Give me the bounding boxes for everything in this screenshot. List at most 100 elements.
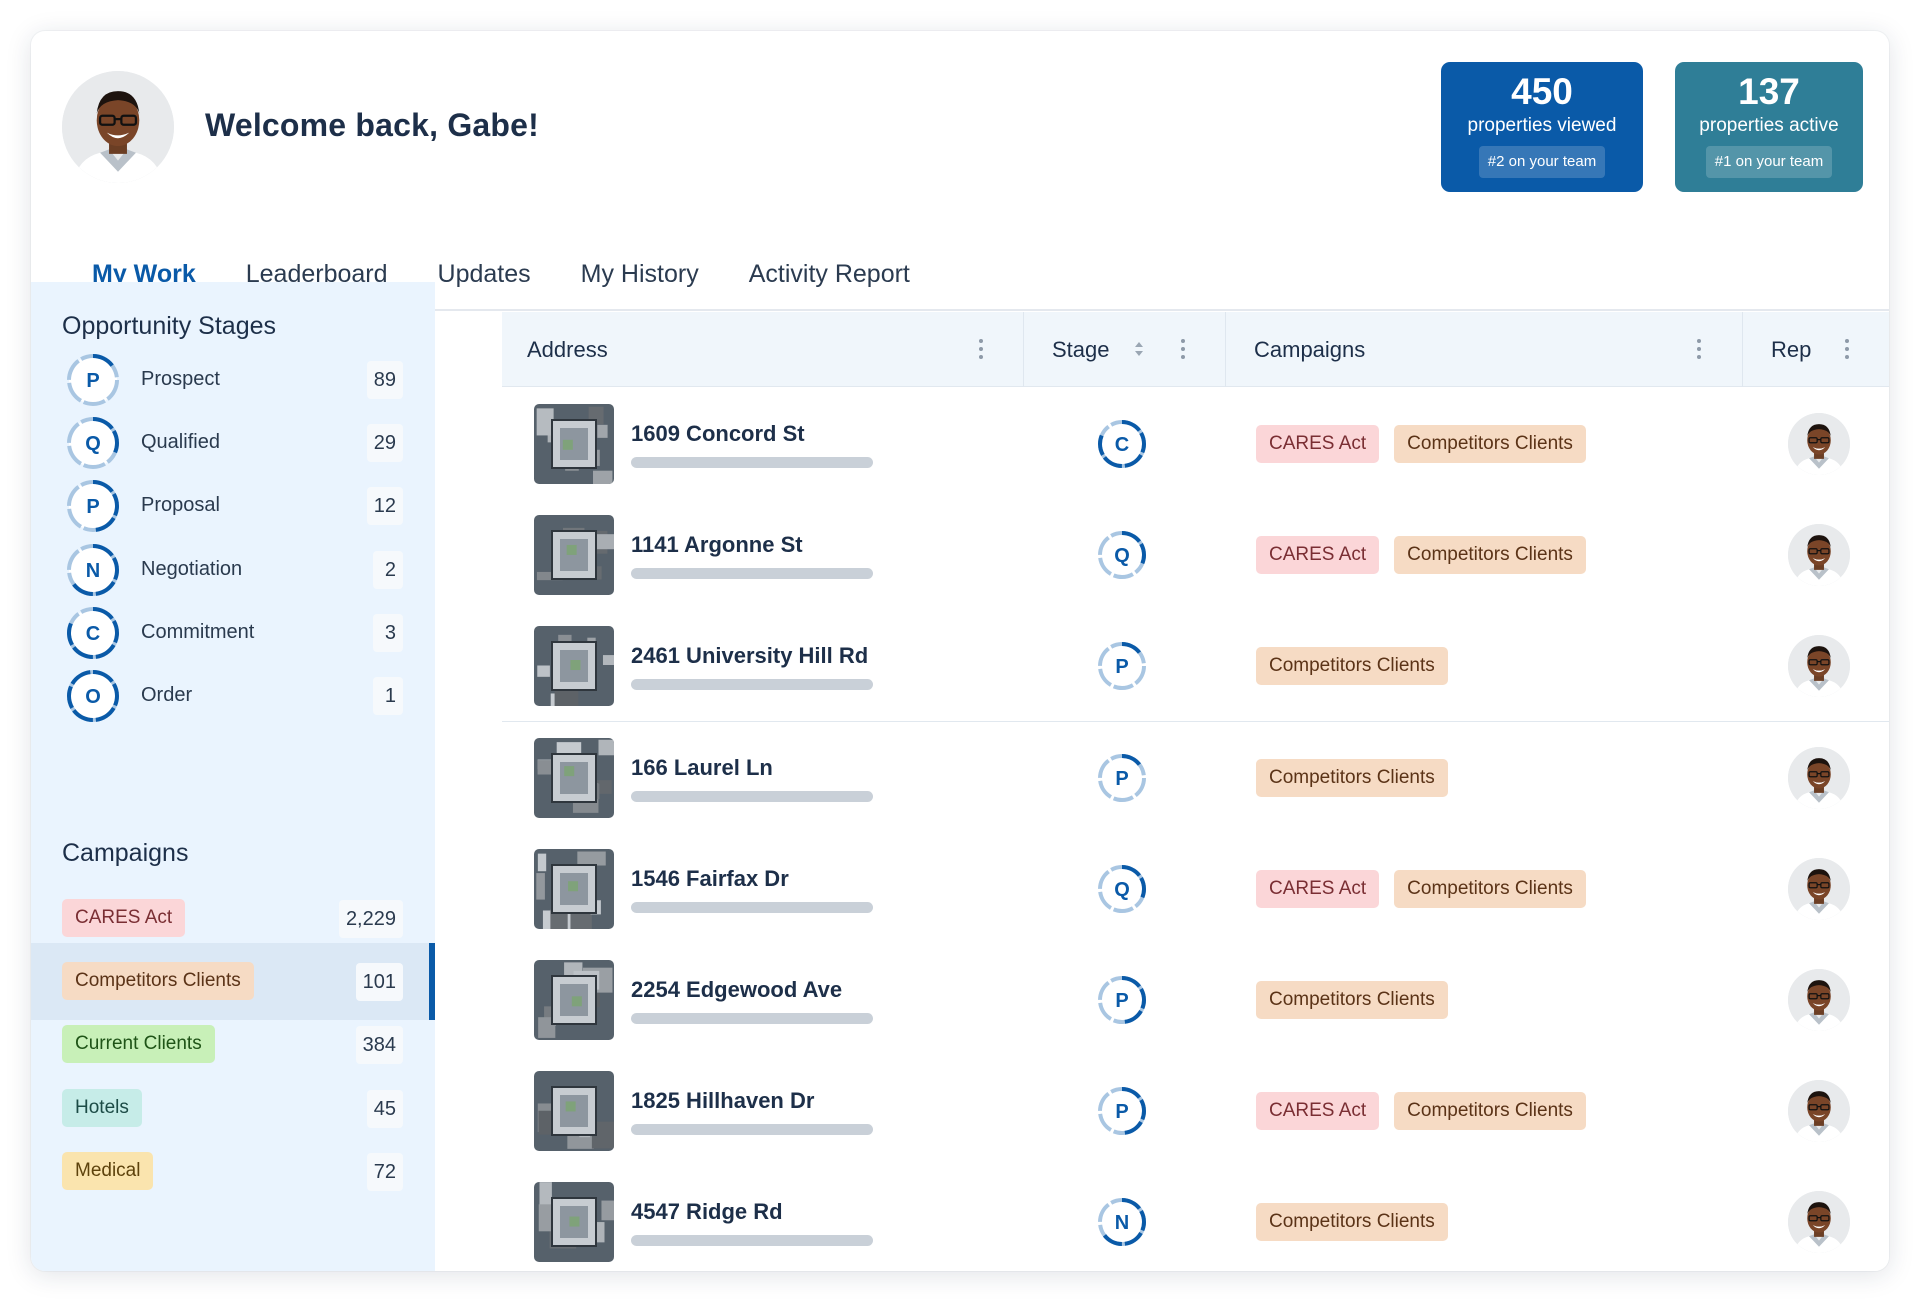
address-placeholder-bar [631, 901, 873, 913]
property-thumbnail[interactable] [534, 960, 614, 1040]
property-address[interactable]: 4547 Ridge Rd [631, 1199, 783, 1225]
stage-sort-icon[interactable] [1134, 341, 1144, 357]
campaign-tags: Competitors Clients [1256, 981, 1448, 1019]
campaign-item-medical[interactable]: Medical 72 [31, 1133, 435, 1210]
campaign-tags: Competitors Clients [1256, 758, 1448, 797]
welcome-message: Welcome back, Gabe! [205, 107, 540, 143]
column-header-rep[interactable]: Rep [1771, 312, 1811, 387]
campaign-tag[interactable]: Competitors Clients [1394, 425, 1586, 463]
stage-name: Prospect [141, 368, 220, 390]
rep-avatar[interactable] [1788, 969, 1850, 1031]
property-address[interactable]: 2461 University Hill Rd [631, 643, 868, 669]
campaign-tag: Medical [62, 1151, 154, 1190]
svg-text:Q: Q [85, 433, 101, 455]
campaign-tag: Current Clients [62, 1025, 215, 1064]
property-thumbnail[interactable] [534, 737, 614, 818]
column-header-stage[interactable]: Stage [1052, 312, 1110, 387]
campaign-tag[interactable]: Competitors Clients [1394, 536, 1586, 575]
stat-rank-badge: #1 on your team [1705, 146, 1833, 178]
property-thumbnail[interactable] [534, 1182, 614, 1263]
stage-name: Order [141, 684, 193, 706]
property-thumbnail[interactable] [534, 626, 614, 707]
campaign-tag[interactable]: Competitors Clients [1394, 869, 1586, 908]
stage-count: 89 [366, 361, 403, 399]
address-placeholder-bar [631, 568, 873, 580]
rep-avatar[interactable] [1788, 1191, 1850, 1254]
stat-rank-badge: #2 on your team [1478, 146, 1606, 178]
property-address[interactable]: 1546 Fairfax Dr [631, 866, 789, 892]
table-row[interactable]: 1141 Argonne St Q CARES Act Competitors Cli… [502, 499, 1889, 612]
stage-name: Negotiation [141, 557, 243, 580]
stage-ring-icon: C [66, 606, 120, 665]
campaign-tags: CARES Act Competitors Clients [1256, 1092, 1586, 1131]
property-address[interactable]: 166 Laurel Ln [631, 755, 773, 781]
tab-my-history[interactable]: My History [556, 236, 724, 311]
stage-ring-icon[interactable]: P [1097, 641, 1147, 696]
user-avatar[interactable] [62, 71, 174, 183]
stage-column-kebab-icon[interactable] [1181, 339, 1185, 359]
stage-ring-icon[interactable]: C [1097, 419, 1147, 474]
svg-text:C: C [1115, 434, 1129, 456]
property-thumbnail[interactable] [534, 404, 614, 484]
campaign-count: 101 [355, 963, 403, 1002]
rep-avatar[interactable] [1788, 746, 1850, 809]
campaigns-column-kebab-icon[interactable] [1697, 339, 1701, 359]
stat-value: 450 [1511, 71, 1573, 112]
stage-ring-icon: N [66, 543, 120, 602]
property-thumbnail[interactable] [534, 515, 614, 596]
column-header-campaigns[interactable]: Campaigns [1254, 312, 1365, 387]
stage-item-order[interactable]: O Order 1 [31, 657, 435, 734]
stage-ring-icon[interactable]: Q [1097, 530, 1147, 585]
rep-column-kebab-icon[interactable] [1845, 339, 1849, 359]
table-header: Address Stage Campaigns Rep [502, 312, 1889, 387]
rep-avatar[interactable] [1788, 635, 1850, 698]
table-row[interactable]: 1825 Hillhaven Dr P CARES Act Competitors C… [502, 1055, 1889, 1168]
rep-avatar[interactable] [1788, 857, 1850, 920]
stage-ring-icon: P [66, 353, 120, 412]
table-row[interactable]: 166 Laurel Ln P Competitors Clients [502, 721, 1889, 834]
stage-ring-icon[interactable]: Q [1097, 864, 1147, 919]
column-header-address[interactable]: Address [527, 312, 608, 387]
campaign-count: 384 [355, 1026, 403, 1065]
campaign-tags: CARES Act Competitors Clients [1256, 869, 1586, 908]
table-row[interactable]: 4547 Ridge Rd N Competitors Clients [502, 1166, 1889, 1271]
stage-ring-icon[interactable]: P [1097, 753, 1147, 808]
stage-count: 3 [373, 613, 403, 652]
svg-text:N: N [86, 560, 100, 582]
stage-count: 12 [366, 487, 403, 526]
table-row[interactable]: 2461 University Hill Rd P Competitors Clie… [502, 610, 1889, 723]
tab-activity-report[interactable]: Activity Report [724, 236, 935, 311]
stat-value: 137 [1738, 71, 1800, 112]
campaign-count: 45 [366, 1089, 403, 1128]
address-column-kebab-icon[interactable] [979, 339, 983, 359]
stage-ring-icon[interactable]: P [1097, 975, 1147, 1030]
property-address[interactable]: 1609 Concord St [631, 421, 805, 447]
property-thumbnail[interactable] [534, 848, 614, 929]
stage-ring-icon[interactable]: N [1097, 1197, 1147, 1252]
address-placeholder-bar [631, 1013, 873, 1024]
svg-text:P: P [1115, 990, 1128, 1012]
campaign-tag[interactable]: CARES Act [1256, 536, 1380, 575]
address-placeholder-bar [631, 1235, 873, 1247]
rep-avatar[interactable] [1788, 413, 1850, 475]
campaign-tag[interactable]: Competitors Clients [1394, 1092, 1586, 1131]
campaign-tag[interactable]: Competitors Clients [1256, 647, 1448, 686]
campaign-tag[interactable]: CARES Act [1256, 1092, 1380, 1131]
rep-avatar[interactable] [1788, 1080, 1850, 1143]
stage-ring-icon[interactable]: P [1097, 1086, 1147, 1141]
campaign-tag[interactable]: Competitors Clients [1256, 758, 1448, 797]
svg-text:P: P [86, 496, 99, 518]
property-address[interactable]: 2254 Edgewood Ave [631, 977, 842, 1003]
table-row[interactable]: 2254 Edgewood Ave P Competitors Clients [502, 944, 1889, 1056]
campaign-tag[interactable]: Competitors Clients [1256, 981, 1448, 1019]
property-address[interactable]: 1825 Hillhaven Dr [631, 1088, 814, 1114]
property-thumbnail[interactable] [534, 1071, 614, 1152]
rep-avatar[interactable] [1788, 524, 1850, 587]
campaign-tag[interactable]: Competitors Clients [1256, 1203, 1448, 1242]
table-row[interactable]: 1609 Concord St C CARES Act Competitors Cli… [502, 388, 1889, 500]
table-row[interactable]: 1546 Fairfax Dr Q CARES Act Competitors Cli… [502, 832, 1889, 945]
svg-text:Q: Q [1114, 879, 1130, 901]
property-address[interactable]: 1141 Argonne St [631, 532, 803, 558]
campaign-tag[interactable]: CARES Act [1256, 425, 1380, 463]
campaign-tag[interactable]: CARES Act [1256, 869, 1380, 908]
